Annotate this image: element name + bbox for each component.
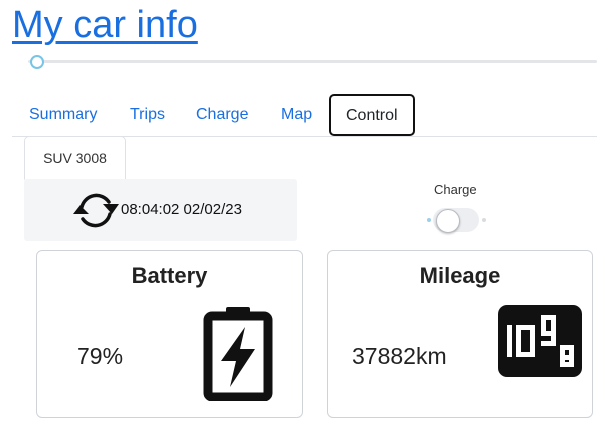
battery-card: Battery 79% [36, 250, 303, 418]
slider-thumb[interactable] [30, 55, 44, 69]
mileage-card-title: Mileage [419, 263, 501, 288]
tab-trips[interactable]: Trips [130, 94, 165, 136]
toggle-off-indicator [427, 218, 431, 222]
toggle-knob[interactable] [436, 209, 460, 233]
battery-charging-icon [203, 307, 273, 401]
odometer-icon [498, 305, 582, 377]
battery-card-title: Battery [131, 263, 208, 288]
app-title-link[interactable]: My car info [12, 2, 198, 48]
last-update-timestamp: 08:04:02 02/02/23 [121, 201, 242, 218]
toggle-on-indicator [482, 218, 486, 222]
charge-toggle[interactable] [424, 205, 490, 235]
battery-level-value: 79% [77, 343, 124, 369]
refresh-panel: 08:04:02 02/02/23 [24, 179, 297, 241]
tab-vehicle[interactable]: SUV 3008 [24, 136, 126, 180]
refresh-icon[interactable] [72, 187, 120, 233]
tab-charge[interactable]: Charge [196, 94, 248, 136]
tab-bar: Summary Trips Charge Map Control [12, 94, 597, 137]
tab-summary[interactable]: Summary [29, 94, 97, 136]
slider[interactable] [28, 53, 597, 71]
charge-toggle-label: Charge [434, 182, 477, 197]
mileage-value: 37882km [352, 343, 447, 369]
slider-track[interactable] [28, 60, 597, 63]
tab-control[interactable]: Control [329, 94, 415, 136]
mileage-card: Mileage 37882km [327, 250, 593, 418]
tab-map[interactable]: Map [281, 94, 312, 136]
